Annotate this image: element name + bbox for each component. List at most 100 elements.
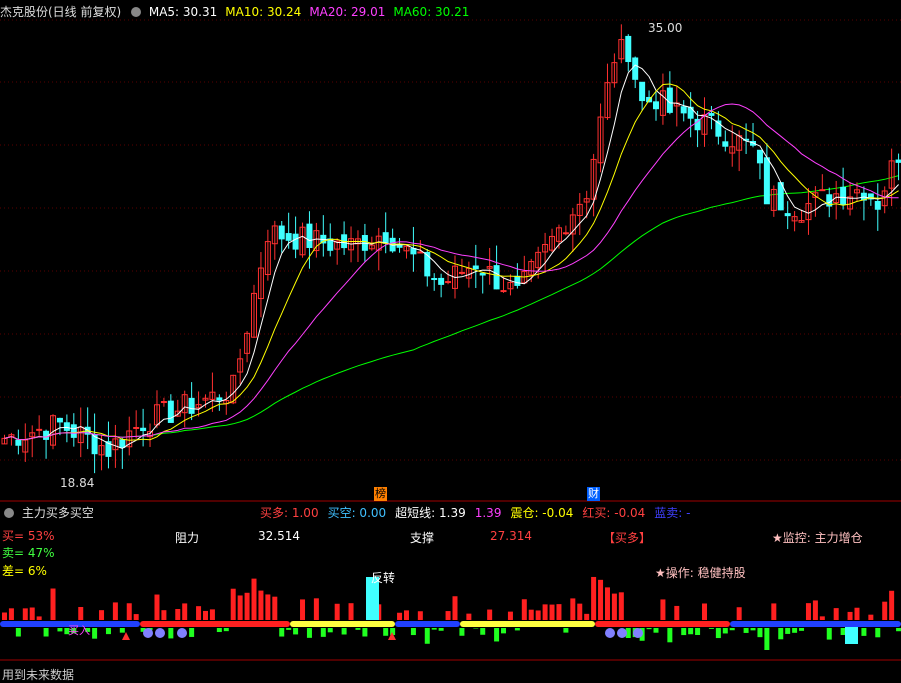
finance-marker-icon[interactable]: 财 (587, 487, 600, 501)
trend-band (460, 621, 595, 627)
ma10-line (4, 83, 899, 441)
candle-body (874, 200, 881, 210)
sell-bar (840, 628, 846, 635)
buy-bar (258, 590, 264, 620)
ma60-line (4, 175, 899, 441)
candle-body (160, 401, 167, 404)
diff-percentage: 差= 6% (2, 564, 47, 578)
candle-body (15, 439, 22, 446)
buy-bar (2, 612, 7, 620)
ma-readout-3: MA60: 30.21 (393, 5, 470, 19)
sell-bar (216, 628, 222, 633)
candle-body (438, 277, 445, 285)
stock-title[interactable]: 杰克股份(日线 前复权) (0, 5, 121, 19)
candle-body (680, 106, 687, 114)
sell-bar (480, 628, 486, 635)
buy-bar (674, 605, 680, 620)
up-arrow-icon (122, 632, 130, 640)
buy-bar (29, 607, 35, 620)
buy-bar (112, 602, 118, 620)
buy-bar (487, 609, 493, 620)
signal-dot-icon (143, 628, 153, 638)
high-price-label: 35.00 (648, 21, 683, 35)
candle-body (763, 157, 770, 205)
sell-bar (799, 628, 805, 631)
sell-bar (383, 628, 389, 636)
candle-body (514, 275, 521, 286)
buy-bar (78, 607, 84, 620)
buy-bar (549, 604, 555, 620)
sell-bar (653, 628, 659, 633)
resistance-label: 阻力 (175, 531, 200, 545)
dropdown-icon[interactable] (131, 7, 142, 17)
buy-bar (348, 603, 354, 620)
candle-body (306, 223, 313, 248)
sell-bar (875, 628, 881, 638)
indicator-value-3: 1.39 (474, 506, 502, 520)
ma-readout-2: MA20: 29.01 (309, 5, 386, 19)
sell-bar (355, 628, 361, 630)
sell-bar (778, 628, 784, 640)
footer-note: 用到未来数据 (2, 668, 75, 682)
candle-body (493, 265, 500, 290)
candle-body (445, 281, 452, 284)
buy-bar (300, 599, 306, 620)
buy-bar (812, 600, 818, 620)
buy-bar (847, 611, 853, 620)
sell-bar (688, 628, 694, 635)
buy-bar (535, 610, 541, 620)
buy-bar (154, 594, 160, 620)
reversal-label: 反转 (371, 571, 396, 585)
signal-dot-icon (155, 628, 165, 638)
sell-bar (514, 628, 520, 631)
candle-body (819, 189, 826, 192)
candle-body (639, 81, 646, 102)
ma-readouts: MA5: 30.31 MA10: 30.24 MA20: 29.01 MA60: 30… (149, 5, 478, 19)
indicator-menu-icon[interactable] (4, 508, 14, 518)
sell-bar (563, 628, 569, 633)
candle-body (216, 397, 223, 401)
candle-body (840, 186, 847, 206)
buy-bar (556, 604, 562, 620)
sell-bar (438, 628, 444, 631)
candle-body (140, 427, 147, 432)
sell-bar (92, 628, 98, 639)
trend-band (595, 621, 730, 627)
buy-bar (175, 609, 181, 620)
sell-bar (708, 628, 714, 629)
sell-bar (695, 628, 701, 635)
candle-body (694, 118, 701, 131)
sell-bar (501, 628, 507, 634)
candle-body (278, 225, 285, 240)
indicator-value-1: 买空: 0.00 (327, 506, 387, 520)
chart-canvas[interactable] (0, 0, 901, 683)
indicator-value-5: 红买: -0.04 (582, 506, 646, 520)
sell-bar (896, 628, 901, 632)
buy-bar (660, 599, 666, 620)
buy-bar (209, 609, 215, 620)
buy-bar (819, 616, 825, 620)
trend-band (140, 621, 290, 627)
trend-band (395, 621, 460, 627)
candle-body (895, 159, 901, 163)
buy-bar (591, 576, 597, 620)
sell-bar (743, 628, 749, 633)
signal-dot-icon (177, 628, 187, 638)
candle-body (424, 251, 431, 277)
candle-body (36, 428, 43, 431)
indicator-value-0: 买多: 1.00 (260, 506, 319, 520)
buy-bar (417, 611, 423, 620)
buy-percentage: 买= 53% (2, 529, 55, 543)
candle-body (167, 400, 174, 423)
candle-body (56, 417, 63, 423)
buy-bar (854, 607, 860, 620)
rank-marker-icon[interactable]: 榜 (374, 487, 387, 501)
sell-bar (105, 628, 111, 635)
sell-bar (306, 628, 312, 638)
buy-bar (604, 587, 610, 620)
candle-body (133, 426, 140, 429)
candle-body (784, 213, 791, 217)
buy-bar (598, 579, 604, 620)
indicator-title[interactable]: 主力买多买空 (22, 506, 94, 520)
operation-text: ★操作: 稳健持股 (655, 566, 746, 580)
